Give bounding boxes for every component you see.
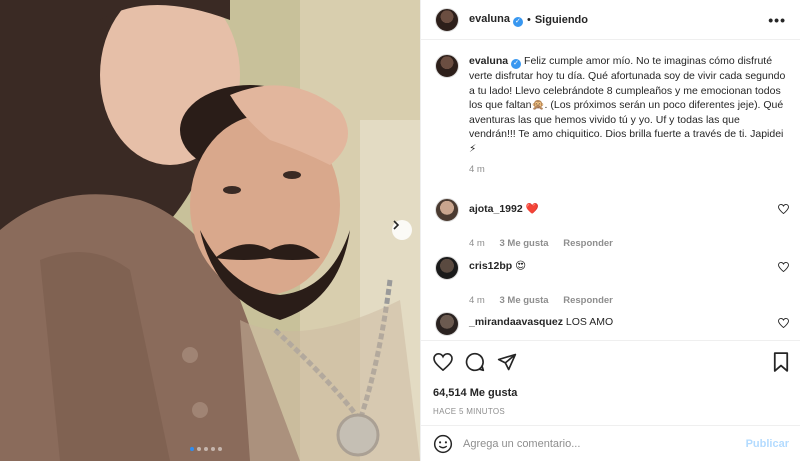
avatar[interactable] [435,198,459,222]
verified-icon: ✓ [512,16,523,27]
avatar[interactable] [435,7,459,32]
comment-text: 😍 [515,260,527,272]
heart-icon[interactable] [778,204,789,214]
carousel-dot [204,447,208,451]
reply-button[interactable]: Responder [563,238,613,249]
comment-item: _mirandaavasquez LOS AMO [421,312,800,336]
avatar[interactable] [435,312,459,336]
follow-status-button[interactable]: Siguiendo [535,14,588,26]
caption-time: 4 m [469,164,485,175]
posted-time: HACE 5 MINUTOS [433,407,506,416]
reply-button[interactable]: Responder [563,295,613,306]
likes-count[interactable]: 64,514 Me gusta [433,387,789,399]
comment-time: 4 m [469,295,485,306]
carousel-next-button[interactable] [392,220,412,240]
comments-list[interactable]: evaluna ✓ Feliz cumple amor mío. No te im… [421,40,800,340]
carousel-dot [190,447,194,451]
publish-button[interactable]: Publicar [746,438,789,450]
caption: evaluna ✓ Feliz cumple amor mío. No te im… [421,40,800,156]
post-photo[interactable] [0,0,420,461]
photo-illustration [0,0,420,461]
comment-likes[interactable]: 3 Me gusta [499,295,548,306]
post-header: evaluna ✓ • Siguiendo ••• [421,0,800,40]
comment-username[interactable]: cris12bp [469,260,512,272]
bookmark-icon[interactable] [773,352,789,372]
heart-icon[interactable] [433,353,453,371]
carousel-dot [197,447,201,451]
comment-item: cris12bp 😍 [421,256,800,280]
caption-text: evaluna ✓ Feliz cumple amor mío. No te im… [469,54,787,156]
carousel-dot [218,447,222,451]
carousel-dots [190,447,222,451]
chevron-right-icon [393,220,400,230]
comment-meta: 4 m 3 Me gusta Responder [469,295,625,306]
post-actions: 64,514 Me gusta HACE 5 MINUTOS [421,340,800,416]
comment-username[interactable]: ajota_1992 [469,203,523,215]
caption-body: Feliz cumple amor mío. No te imaginas có… [469,55,786,155]
author-username[interactable]: evaluna ✓ [469,13,523,27]
comment-time: 4 m [469,238,485,249]
comment-username[interactable]: _mirandaavasquez [469,316,563,328]
separator: • [526,13,531,26]
caption-username[interactable]: evaluna [469,55,508,67]
avatar[interactable] [435,256,459,280]
comment-likes[interactable]: 3 Me gusta [499,238,548,249]
comment-icon[interactable] [465,352,485,372]
share-icon[interactable] [497,352,517,372]
more-icon[interactable]: ••• [768,12,786,28]
avatar[interactable] [435,54,459,78]
carousel-dot [211,447,215,451]
post-detail-panel: evaluna ✓ • Siguiendo ••• evaluna ✓ Feliz … [420,0,800,461]
comment-item: ajota_1992 ❤️ [421,198,800,222]
comment-input[interactable] [463,437,746,450]
heart-icon[interactable] [778,262,789,272]
comment-text: LOS AMO [565,316,614,328]
emoji-icon[interactable] [433,434,453,454]
add-comment-bar: Publicar [421,425,800,461]
comment-meta: 4 m 3 Me gusta Responder [469,238,625,249]
heart-icon[interactable] [778,318,789,328]
comment-text: ❤️ [525,203,539,215]
verified-icon: ✓ [511,59,522,69]
